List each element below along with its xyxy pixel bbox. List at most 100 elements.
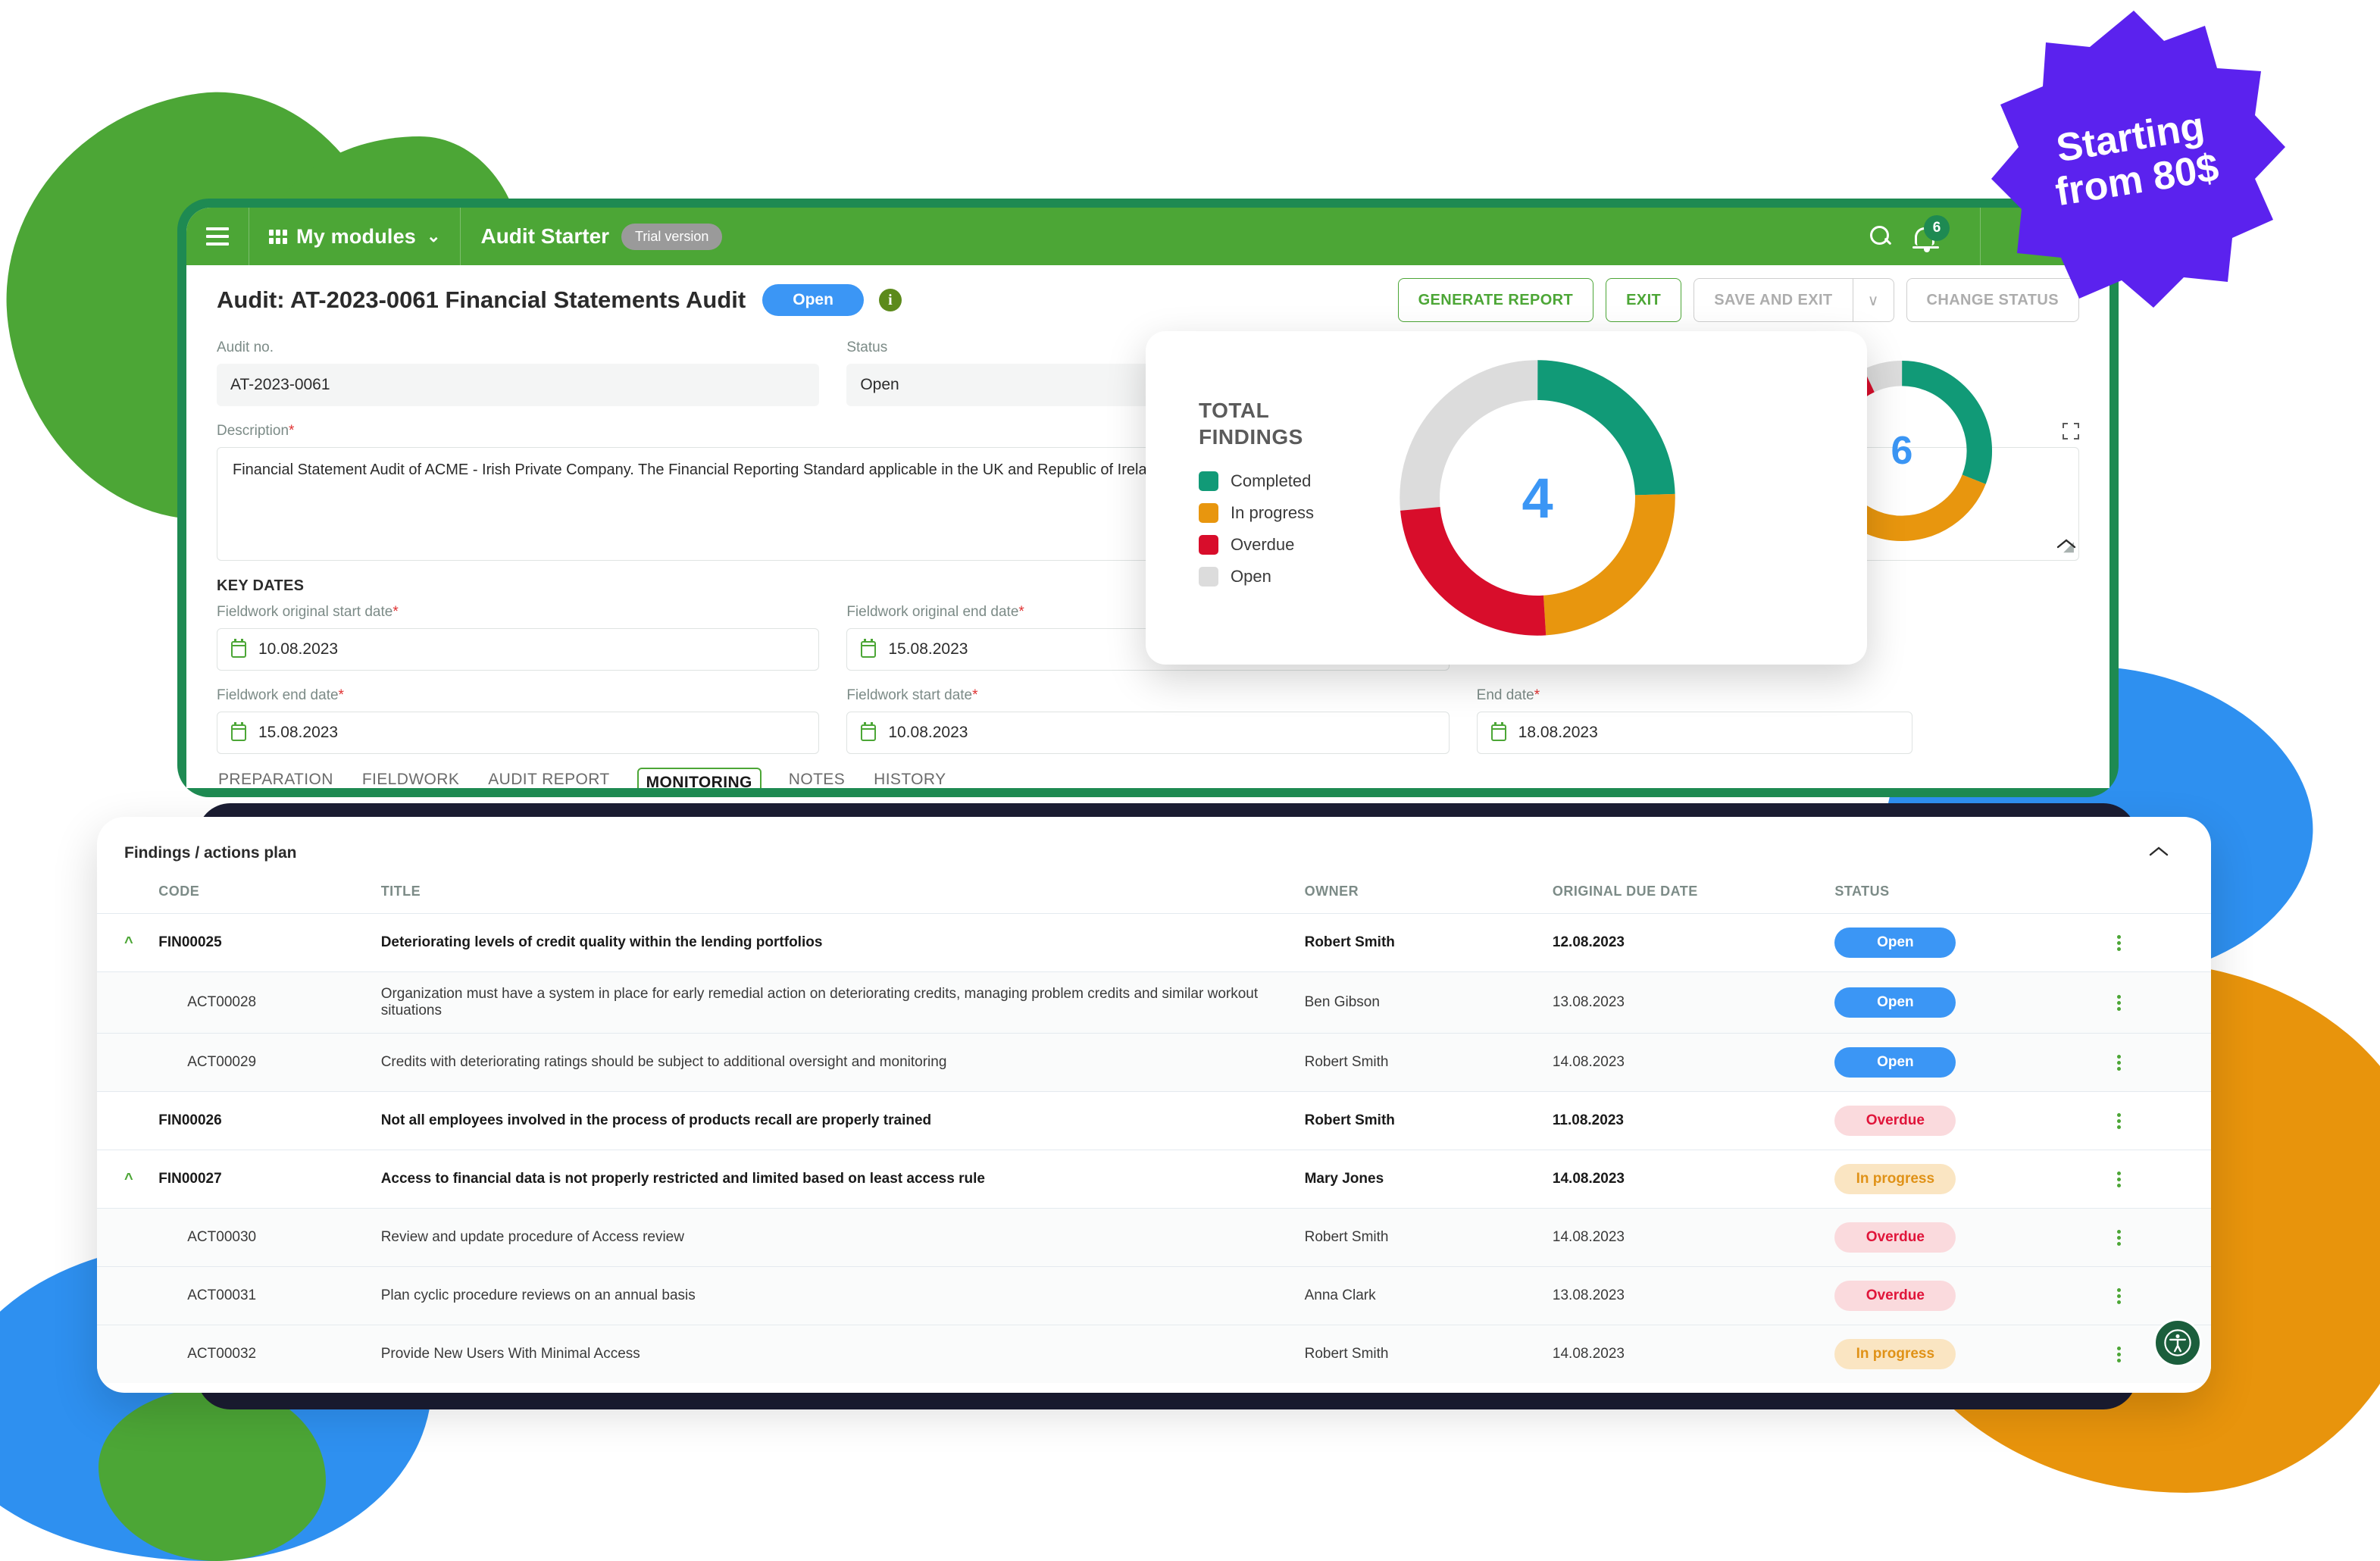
more-options-icon[interactable]: [2116, 1229, 2203, 1246]
table-row[interactable]: ACT00028 Organization must have a system …: [97, 971, 2211, 1034]
cell-due-date: 13.08.2023: [1552, 1287, 1625, 1303]
table-row[interactable]: ^ FIN00027 Access to financial data is not…: [97, 1150, 2211, 1209]
chevron-down-icon[interactable]: ∨: [1853, 278, 1894, 322]
col-title: TITLE: [380, 884, 421, 899]
tab-monitoring[interactable]: MONITORING: [636, 768, 762, 788]
date-input[interactable]: 15.08.2023: [217, 712, 820, 754]
cell-row-menu[interactable]: [2116, 914, 2211, 972]
cell-owner: Mary Jones: [1304, 1171, 1384, 1187]
hamburger-icon[interactable]: [206, 227, 229, 246]
total-findings-chart-card: TOTAL FINDINGS Completed In progress Ove…: [1146, 331, 1867, 665]
cell-row-menu[interactable]: [2116, 1209, 2211, 1267]
accessibility-icon: [2164, 1329, 2191, 1356]
table-row[interactable]: ACT00032 Provide New Users With Minimal A…: [97, 1325, 2211, 1383]
cell-code: FIN00025: [158, 934, 222, 950]
table-row[interactable]: ACT00031 Plan cyclic procedure reviews on…: [97, 1266, 2211, 1325]
cell-row-menu[interactable]: [2116, 1267, 2211, 1325]
calendar-icon: [861, 722, 877, 741]
chart-title-line1: TOTAL: [1199, 399, 1270, 422]
cell-title: Provide New Users With Minimal Access: [380, 1346, 640, 1362]
tab-audit-report[interactable]: AUDIT REPORT: [486, 768, 611, 788]
date-input[interactable]: 10.08.2023: [846, 712, 1450, 754]
table-row[interactable]: FIN00026 Not all employees involved in th…: [97, 1091, 2211, 1150]
status-badge[interactable]: Overdue: [1834, 1106, 1956, 1136]
status-badge[interactable]: Open: [762, 284, 864, 316]
cell-title: Organization must have a system in place…: [380, 986, 1259, 1018]
tab-history[interactable]: HISTORY: [872, 768, 947, 788]
status-badge[interactable]: In progress: [1834, 1339, 1956, 1369]
date-label: Fieldwork start date*: [846, 687, 1449, 704]
cell-status: Open: [1834, 972, 2116, 1034]
table-row[interactable]: ACT00029 Credits with deteriorating ratin…: [97, 1033, 2211, 1092]
info-icon[interactable]: i: [878, 289, 902, 311]
tab-fieldwork[interactable]: FIELDWORK: [361, 768, 461, 788]
tab-preparation[interactable]: PREPARATION: [217, 768, 335, 788]
expand-icon[interactable]: [2063, 423, 2079, 440]
row-expand-cell: [97, 1267, 158, 1325]
key-dates-collapse-toggle[interactable]: [2056, 538, 2076, 554]
audit-no-field-group: Audit no. AT-2023-0061: [217, 339, 820, 406]
tab-notes[interactable]: NOTES: [787, 768, 846, 788]
generate-report-button[interactable]: GENERATE REPORT: [1397, 278, 1594, 322]
cell-code: ACT00030: [187, 1229, 257, 1245]
table-row[interactable]: ^ FIN00025 Deteriorating levels of credit …: [97, 913, 2211, 972]
chart-legend: TOTAL FINDINGS Completed In progress Ove…: [1199, 397, 1314, 599]
legend-label-overdue: Overdue: [1231, 535, 1295, 554]
required-asterisk: *: [972, 687, 978, 703]
status-badge[interactable]: Open: [1834, 987, 1956, 1018]
chart-title-line2: FINDINGS: [1199, 425, 1303, 449]
date-value: 15.08.2023: [258, 724, 339, 741]
col-menu: [2117, 876, 2211, 914]
notifications-button[interactable]: 6: [1912, 215, 1950, 252]
calendar-icon: [861, 639, 877, 658]
date-input[interactable]: 18.08.2023: [1476, 712, 1912, 754]
cell-status: Overdue: [1834, 1267, 2116, 1325]
top-navigation-bar: My modules ⌄ Audit Starter Trial version…: [186, 208, 2109, 265]
exit-button[interactable]: EXIT: [1606, 278, 1682, 322]
donut-center-value: 4: [1522, 466, 1553, 530]
findings-collapse-toggle[interactable]: [2149, 846, 2169, 862]
status-badge[interactable]: Overdue: [1834, 1222, 1956, 1253]
more-options-icon[interactable]: [2116, 1287, 2203, 1304]
more-options-icon[interactable]: [2116, 934, 2203, 951]
cell-row-menu[interactable]: [2116, 1092, 2211, 1150]
date-label-text: Fieldwork original start date: [217, 604, 393, 620]
row-expand-cell: [97, 1209, 158, 1267]
more-options-icon[interactable]: [2116, 1112, 2203, 1129]
more-options-icon[interactable]: [2116, 994, 2203, 1011]
cell-code: FIN00026: [158, 1112, 222, 1128]
accessibility-button[interactable]: [2153, 1319, 2202, 1367]
table-header-row: CODE TITLE OWNER ORIGINAL DUE DATE STATU…: [97, 876, 2211, 914]
my-modules-label: My modules: [296, 224, 417, 248]
status-badge[interactable]: In progress: [1834, 1164, 1956, 1194]
cell-title: Not all employees involved in the proces…: [380, 1112, 932, 1128]
cell-owner: Robert Smith: [1304, 934, 1395, 950]
status-badge[interactable]: Open: [1834, 1047, 1956, 1078]
table-row[interactable]: ACT00030 Review and update procedure of A…: [97, 1208, 2211, 1267]
date-input[interactable]: 10.08.2023: [217, 628, 820, 671]
cell-owner: Robert Smith: [1304, 1054, 1389, 1070]
required-asterisk: *: [338, 687, 344, 703]
legend-item-open: Open: [1199, 567, 1314, 587]
cell-owner: Robert Smith: [1304, 1346, 1389, 1362]
cell-code: ACT00029: [187, 1054, 257, 1070]
cell-row-menu[interactable]: [2116, 1034, 2211, 1092]
more-options-icon[interactable]: [2116, 1171, 2203, 1187]
my-modules-button[interactable]: My modules ⌄: [249, 208, 461, 265]
legend-item-overdue: Overdue: [1199, 535, 1314, 555]
chevron-up-icon[interactable]: ^: [124, 934, 133, 952]
save-and-exit-button[interactable]: SAVE AND EXIT: [1694, 278, 1853, 322]
menu-toggle-button[interactable]: [186, 208, 249, 265]
save-and-exit-split-button: SAVE AND EXIT ∨: [1694, 278, 1894, 322]
search-icon[interactable]: [1869, 225, 1892, 248]
status-badge[interactable]: Open: [1834, 928, 1956, 958]
cell-row-menu[interactable]: [2116, 972, 2211, 1034]
row-expand-cell[interactable]: ^: [97, 1150, 158, 1209]
more-options-icon[interactable]: [2116, 1054, 2203, 1071]
status-badge[interactable]: Overdue: [1834, 1281, 1956, 1311]
date-label-text: End date: [1476, 687, 1534, 703]
cell-row-menu[interactable]: [2116, 1150, 2211, 1209]
col-due-date: ORIGINAL DUE DATE: [1552, 884, 1698, 899]
row-expand-cell[interactable]: ^: [97, 914, 158, 972]
chevron-up-icon[interactable]: ^: [124, 1171, 133, 1188]
